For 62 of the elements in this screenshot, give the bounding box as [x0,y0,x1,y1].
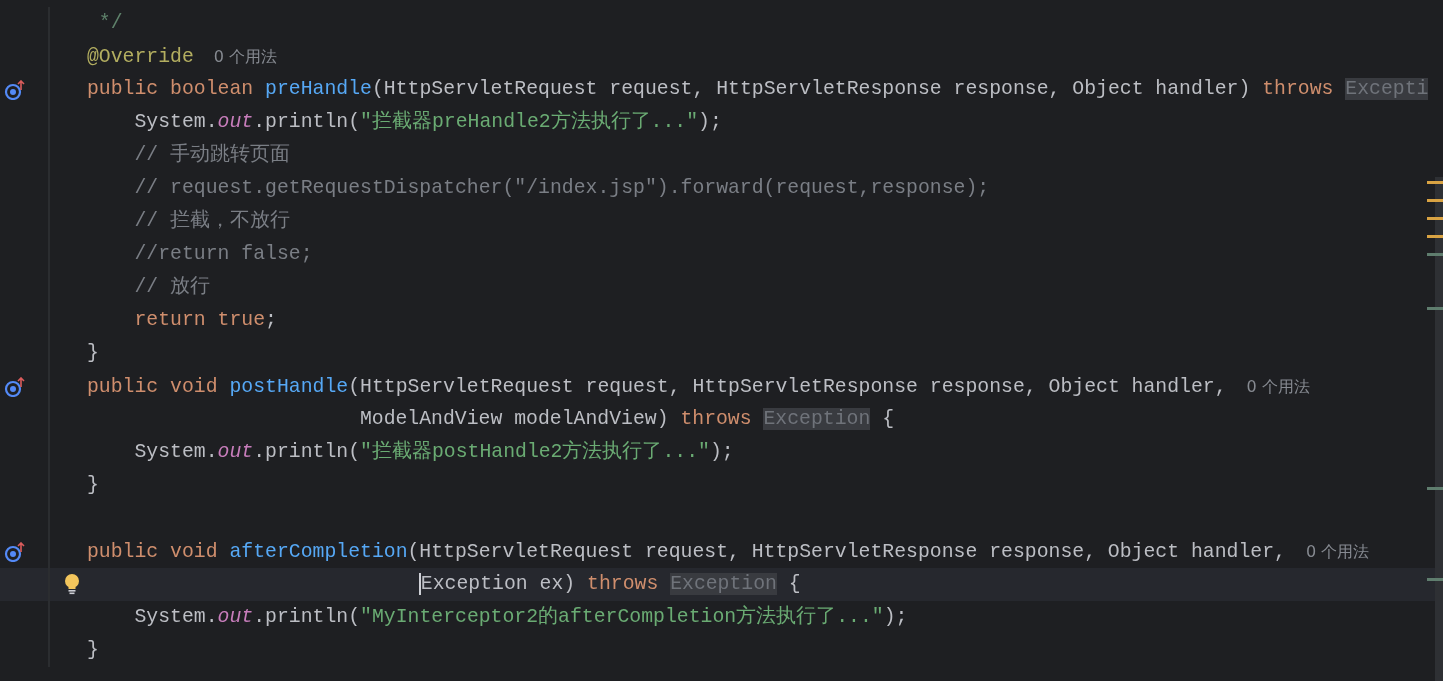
error-stripe-mark[interactable] [1427,578,1443,581]
string-literal: "MyInterceptor2的afterCompletion方法执行了..." [360,606,884,628]
string-literal: "拦截器preHandle2方法执行了..." [360,111,699,133]
code-comment: // 放行 [134,276,211,298]
code-text: (HttpServletRequest request, HttpServletResponse response, Object handler) [371,78,1251,100]
override-marker-icon[interactable] [4,541,25,562]
exception-type: Exception [670,573,777,595]
error-stripe-mark[interactable] [1427,487,1443,490]
code-text: { [788,573,801,595]
doc-comment: */ [98,12,123,34]
code-text: .println( [253,111,361,133]
code-text: ); [883,606,908,628]
code-text: (HttpServletRequest request, HttpServletResponse response, Object handler, [348,376,1227,398]
code-text: } [87,639,99,661]
code-text: ); [698,111,722,133]
code-text: .println( [253,606,361,628]
static-field: out [217,111,254,133]
error-stripe-mark[interactable] [1427,199,1443,202]
code-comment: // 手动跳转页面 [134,144,291,166]
keyword: throws [587,573,659,595]
code-comment: // request.getRequestDispatcher("/index.jsp").forward(request,response); [134,177,990,199]
error-stripe-mark[interactable] [1427,217,1443,220]
error-stripe-mark[interactable] [1427,235,1443,238]
code-text: Exception ex) [420,573,576,595]
code-comment: //return false; [134,243,313,265]
code-text: ModelAndView modelAndView) [359,408,669,430]
error-stripe-mark[interactable] [1427,181,1443,184]
code-text: System. [134,111,218,133]
keyword: public void [87,376,218,398]
usage-hint[interactable]: 0 个用法 [1246,377,1310,396]
error-stripe-mark[interactable] [1427,307,1443,310]
scrollbar-track[interactable] [1435,177,1443,681]
keyword: throws [680,408,752,430]
code-text: .println( [253,441,361,463]
method-name: preHandle [265,78,372,100]
override-marker-icon[interactable] [4,376,25,397]
code-text: System. [134,441,218,463]
static-field: out [217,606,254,628]
annotation: @Override [87,46,194,68]
code-text: { [882,408,895,430]
exception-type: Excepti [1345,78,1429,100]
code-text: (HttpServletRequest request, HttpServletResponse response, Object handler, [407,541,1286,563]
code-text: } [87,474,99,496]
keyword: return true [134,309,266,331]
keyword: public boolean [87,78,254,100]
error-stripe-mark[interactable] [1427,253,1443,256]
string-literal: "拦截器postHandle2方法执行了..." [360,441,710,463]
code-text: System. [134,606,218,628]
method-name: afterCompletion [229,541,408,563]
override-marker-icon[interactable] [4,79,25,100]
usage-hint[interactable]: 0 个用法 [1305,542,1370,561]
code-comment: // 拦截，不放行 [134,210,291,232]
method-name: postHandle [229,376,349,398]
static-field: out [217,441,254,463]
code-text: ; [265,309,277,331]
exception-type: Exception [763,408,871,430]
lightbulb-icon[interactable] [64,573,80,595]
code-text: } [87,342,99,364]
keyword: throws [1262,78,1334,100]
code-text: ); [710,441,734,463]
usage-hint[interactable]: 0 个用法 [213,47,278,66]
keyword: public void [87,541,218,563]
